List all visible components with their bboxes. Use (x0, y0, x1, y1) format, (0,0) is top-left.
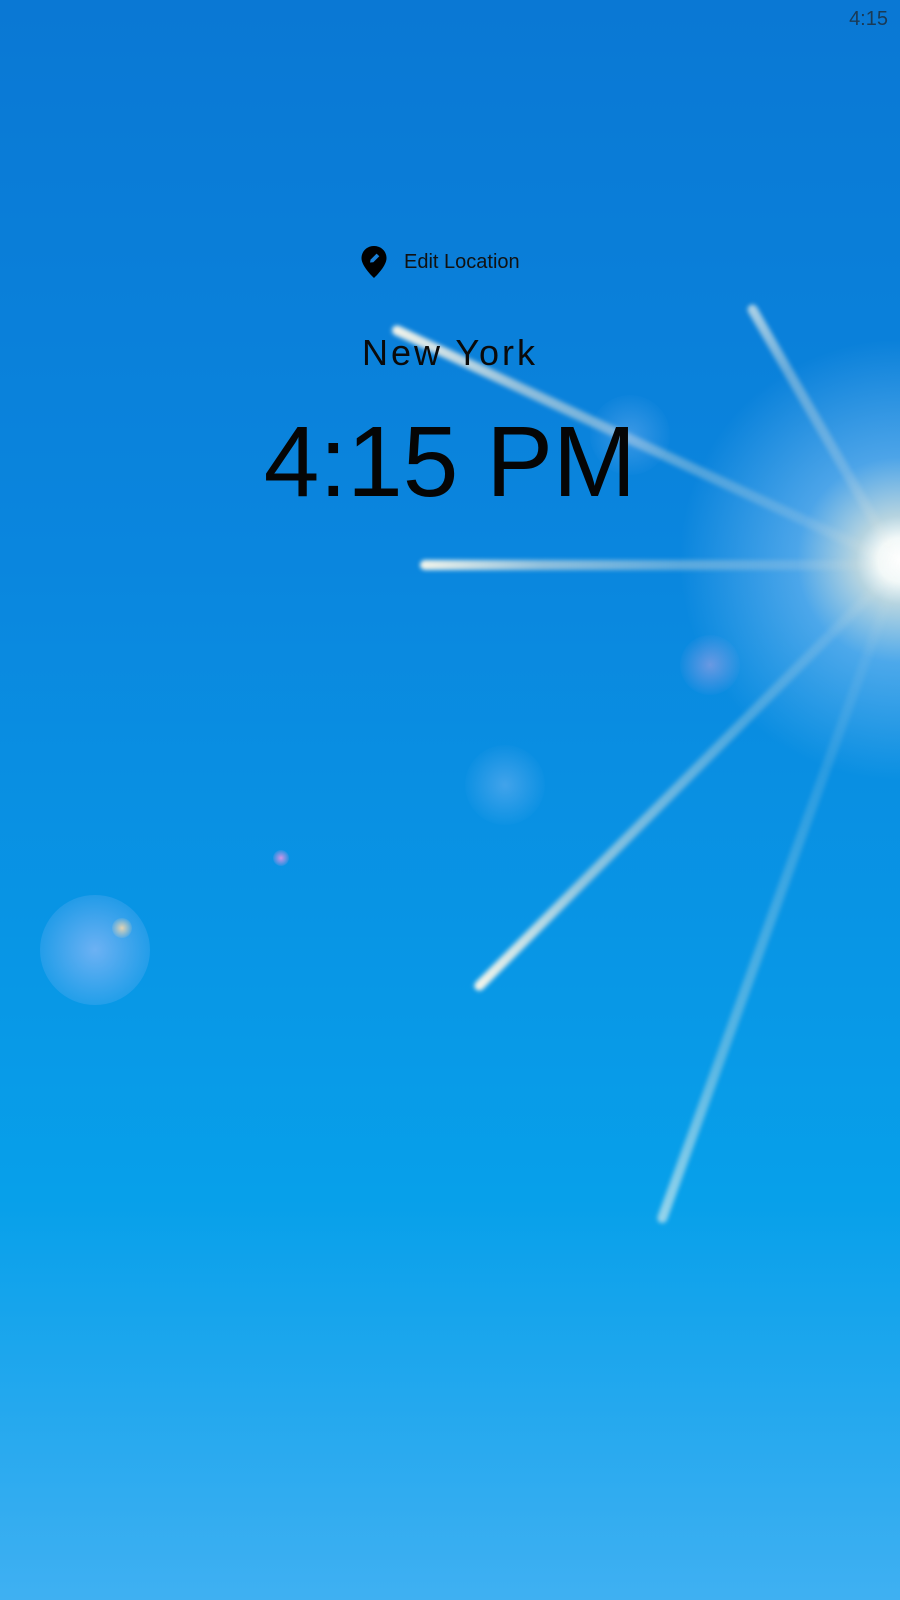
lens-flare (112, 918, 132, 938)
sky-background (0, 0, 900, 1600)
local-time: 4:15 PM (263, 406, 637, 518)
lens-flare (680, 635, 740, 695)
city-name: New York (361, 332, 539, 373)
location-pin-edit-icon (360, 245, 388, 279)
lens-flare (273, 850, 289, 866)
edit-location-label: Edit Location (404, 250, 520, 273)
status-bar-time: 4:15 (849, 8, 888, 30)
status-bar: 4:15 (0, 0, 900, 40)
lens-flare (40, 895, 150, 1005)
lens-flare (465, 745, 545, 825)
sun-ray (420, 560, 900, 570)
edit-location-button[interactable]: Edit Location (360, 244, 520, 280)
